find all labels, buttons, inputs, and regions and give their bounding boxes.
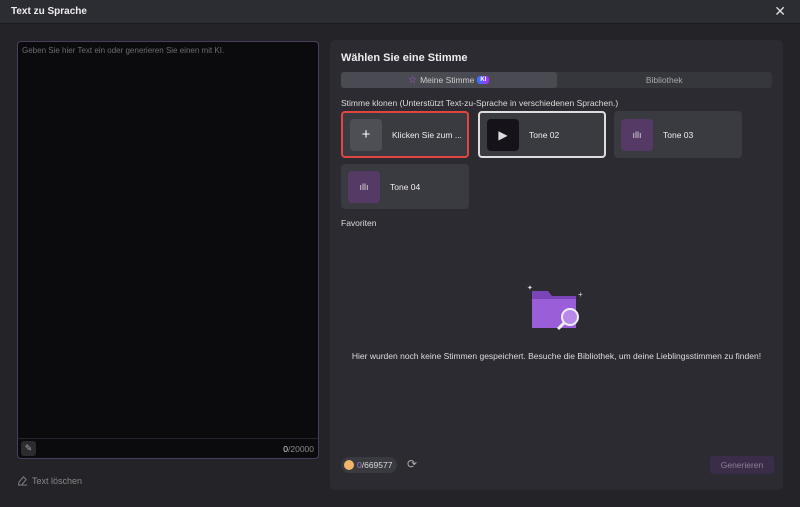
- favorites-label: Favoriten: [341, 218, 377, 228]
- tab-library-label: Bibliothek: [645, 75, 683, 85]
- svg-text:+: +: [578, 290, 583, 299]
- svg-text:✦: ✦: [527, 284, 533, 292]
- star-icon: ☆: [408, 74, 418, 86]
- window-title: Text zu Sprache: [11, 6, 87, 17]
- close-icon[interactable]: ✕: [774, 3, 786, 20]
- clear-text-button[interactable]: Text löschen: [17, 475, 82, 486]
- text-placeholder: Geben Sie hier Text ein oder generieren …: [22, 46, 225, 55]
- panel-heading: Wählen Sie eine Stimme: [341, 52, 468, 64]
- clone-voice-card[interactable]: + Klicken Sie zum ...: [341, 111, 469, 158]
- card-label: Tone 04: [390, 181, 421, 192]
- coin-icon: [344, 460, 354, 470]
- eraser-icon: [17, 476, 28, 486]
- empty-favorites-message: Hier wurden noch keine Stimmen gespeiche…: [351, 351, 762, 361]
- generate-button[interactable]: Generieren: [710, 456, 774, 474]
- waveform-icon: ıllı: [621, 118, 653, 151]
- waveform-icon: ıllı: [348, 170, 380, 203]
- card-label: Tone 02: [529, 129, 560, 140]
- text-input[interactable]: Geben Sie hier Text ein oder generieren …: [17, 41, 319, 459]
- char-count-max: /20000: [288, 444, 314, 454]
- empty-folder-icon: ✦+: [527, 284, 583, 331]
- clear-text-label: Text löschen: [32, 475, 83, 486]
- clone-label: Stimme klonen (Unterstützt Text-zu-Sprac…: [341, 98, 619, 108]
- voice-panel: Wählen Sie eine Stimme ☆ Meine Stimme KI…: [330, 40, 783, 490]
- credits-total: /669577: [361, 460, 393, 470]
- tab-library[interactable]: Bibliothek: [557, 72, 773, 88]
- tab-my-voice-label: Meine Stimme: [420, 75, 475, 85]
- card-label: Klicken Sie zum ...: [392, 129, 462, 140]
- refresh-icon[interactable]: ⟳: [407, 457, 417, 471]
- tab-my-voice[interactable]: ☆ Meine Stimme KI: [341, 72, 557, 88]
- title-bar: Text zu Sprache ✕: [0, 0, 800, 24]
- voice-card-tone-02[interactable]: ▶ Tone 02: [478, 111, 606, 158]
- char-count: 0/20000: [283, 444, 314, 454]
- play-icon: ▶: [487, 118, 519, 151]
- ki-badge: KI: [477, 76, 490, 84]
- voice-tabs: ☆ Meine Stimme KI Bibliothek: [341, 72, 772, 88]
- plus-icon: +: [350, 118, 382, 151]
- card-label: Tone 03: [663, 129, 694, 140]
- credits-chip: 0/669577: [341, 457, 398, 473]
- editor-footer: ✎ 0/20000: [18, 438, 318, 458]
- magic-wand-icon[interactable]: ✎: [21, 441, 36, 456]
- voice-card-tone-04[interactable]: ıllı Tone 04: [341, 164, 469, 209]
- voice-card-tone-03[interactable]: ıllı Tone 03: [614, 111, 742, 158]
